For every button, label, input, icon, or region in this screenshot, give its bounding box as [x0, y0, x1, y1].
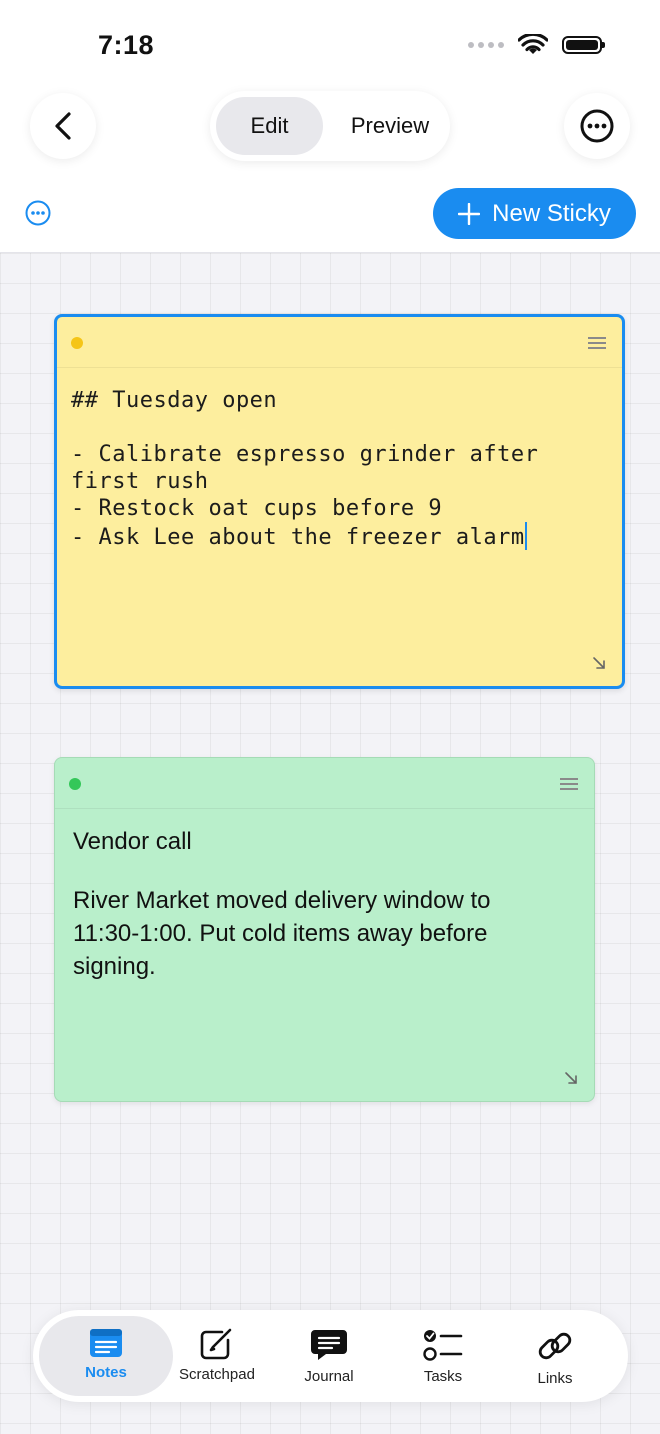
tab-edit[interactable]: Edit: [216, 97, 323, 155]
status-time: 7:18: [98, 30, 155, 60]
resize-arrow-icon[interactable]: [592, 656, 606, 670]
resize-arrow-icon[interactable]: [564, 1071, 578, 1085]
drag-handle-icon[interactable]: [560, 778, 578, 793]
sticky-header[interactable]: [55, 758, 594, 809]
journal-icon: [311, 1330, 347, 1360]
tab-links[interactable]: Links: [499, 1316, 611, 1396]
tab-preview[interactable]: Preview: [330, 97, 450, 155]
sticky-note-vendor-call[interactable]: Vendor call River Market moved delivery …: [54, 757, 595, 1102]
tab-tasks[interactable]: Tasks: [387, 1316, 499, 1396]
tab-bar: Notes Scratchpad Journal Tasks Links: [33, 1310, 628, 1402]
chevron-left-icon: [55, 112, 71, 140]
top-bar: 7:18 Edit Preview New Sticky: [0, 0, 660, 253]
new-sticky-label: New Sticky: [492, 199, 611, 227]
more-options-button[interactable]: [564, 93, 630, 159]
wifi-icon: [518, 34, 548, 54]
back-button[interactable]: [30, 93, 96, 159]
battery-icon: [562, 36, 605, 54]
sticky-body: River Market moved delivery window to 11…: [73, 887, 491, 980]
tab-journal[interactable]: Journal: [273, 1316, 385, 1396]
text-line: first rush: [71, 469, 209, 494]
tasks-icon: [423, 1330, 463, 1361]
text-line: - Ask Lee about the freezer alarm: [71, 525, 525, 550]
tab-scratchpad[interactable]: Scratchpad: [161, 1316, 273, 1396]
text-line: ## Tuesday open: [71, 388, 278, 413]
new-sticky-button[interactable]: New Sticky: [433, 188, 636, 239]
tab-label: Scratchpad: [179, 1366, 255, 1383]
notes-icon: [90, 1329, 122, 1357]
signal-dots-icon: [468, 42, 504, 48]
plus-icon: [458, 202, 481, 225]
text-caret: [524, 522, 527, 550]
scratchpad-icon: [200, 1328, 232, 1360]
sticky-editor-text[interactable]: ## Tuesday open - Calibrate espresso gri…: [71, 387, 608, 551]
status-icons: [468, 34, 605, 56]
text-line: - Calibrate espresso grinder after: [71, 442, 539, 467]
links-icon: [538, 1332, 572, 1360]
color-dot-icon[interactable]: [71, 337, 83, 349]
sticky-note-tuesday-open[interactable]: ## Tuesday open - Calibrate espresso gri…: [54, 314, 625, 689]
drag-handle-icon[interactable]: [588, 337, 606, 352]
tab-notes[interactable]: Notes: [39, 1316, 173, 1396]
edit-preview-segmented-control: Edit Preview: [210, 91, 450, 161]
tab-label: Journal: [304, 1368, 354, 1385]
tab-label: Links: [537, 1370, 573, 1387]
sticky-title: Vendor call: [73, 828, 192, 855]
ellipsis-circle-icon: [580, 109, 614, 143]
canvas-options-icon[interactable]: [25, 200, 51, 226]
sticky-header[interactable]: [57, 317, 622, 368]
text-line: - Restock oat cups before 9: [71, 496, 443, 521]
tab-label: Tasks: [423, 1368, 463, 1385]
tab-label: Notes: [85, 1364, 127, 1381]
color-dot-icon[interactable]: [69, 778, 81, 790]
